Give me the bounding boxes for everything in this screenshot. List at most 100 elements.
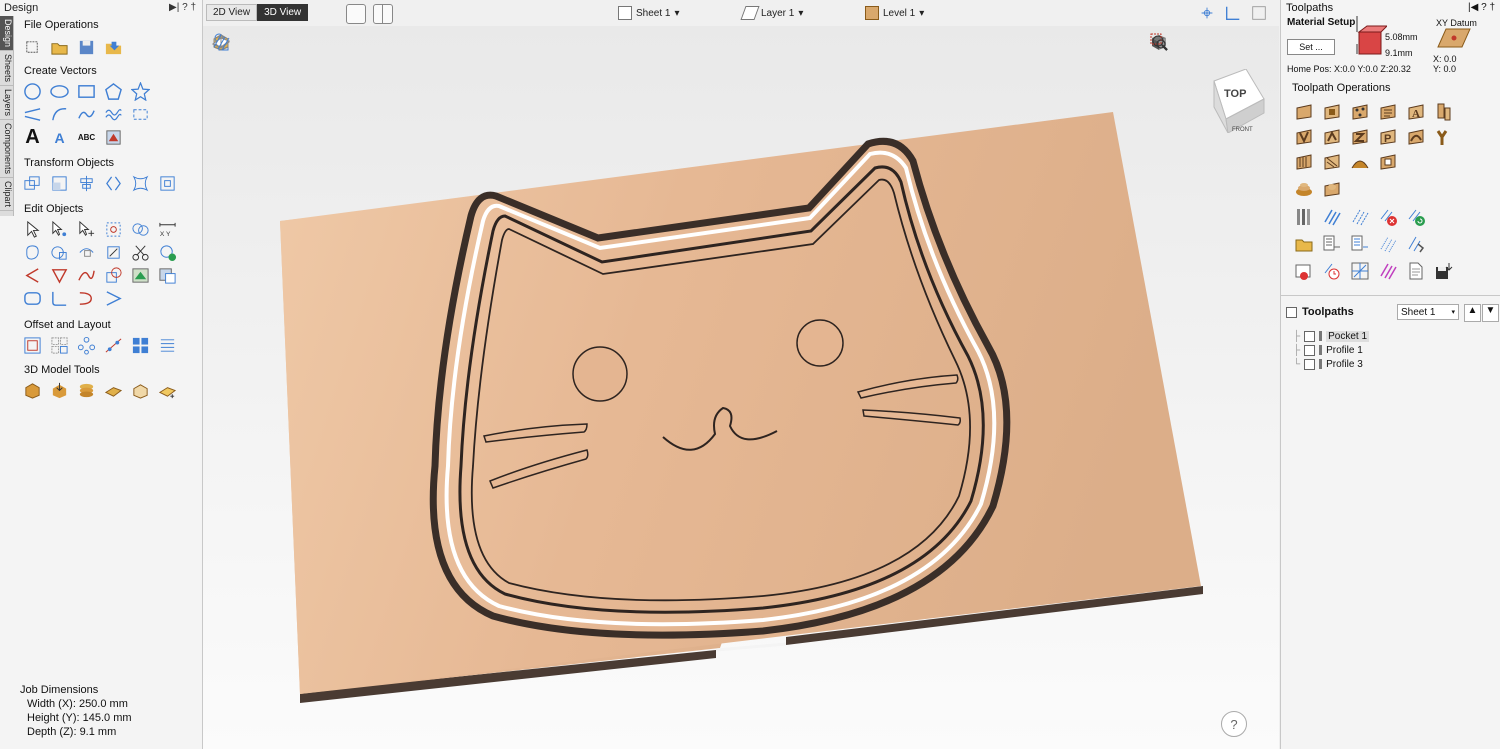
select-arrow-icon[interactable] <box>22 219 43 240</box>
node-edit-icon[interactable] <box>49 219 70 240</box>
import-model-icon[interactable] <box>49 380 70 401</box>
split-view-icon[interactable] <box>373 4 393 24</box>
fluting-toolpath-icon[interactable]: P <box>1377 126 1399 148</box>
prism-toolpath-icon[interactable] <box>1321 126 1343 148</box>
extend-icon[interactable] <box>76 288 97 309</box>
image-to-vector-icon[interactable] <box>130 265 151 286</box>
panel-header-icons[interactable]: ▶| ? † <box>169 2 196 13</box>
array-copy-icon[interactable] <box>49 335 70 356</box>
move-up-button[interactable]: ▲ <box>1464 304 1481 322</box>
toolpath-checkbox[interactable] <box>1304 344 1316 356</box>
document-icon[interactable] <box>1405 260 1427 282</box>
3d-finishing-icon[interactable] <box>1321 151 1343 173</box>
curve-fit-icon[interactable] <box>22 265 43 286</box>
tab-components[interactable]: Components <box>0 120 13 179</box>
measure-icon[interactable]: X Y <box>157 219 178 240</box>
align-icon[interactable] <box>76 173 97 194</box>
toolpath-checkbox[interactable] <box>1304 330 1316 342</box>
sheet-select[interactable]: Sheet 1 ▾ <box>1397 304 1459 320</box>
level-dropdown[interactable]: Level 1 ▾ <box>865 6 924 20</box>
scale-icon[interactable] <box>49 173 70 194</box>
pocket-toolpath-icon[interactable] <box>1321 101 1343 123</box>
ellipse-icon[interactable] <box>49 81 70 102</box>
help-icon[interactable]: ? <box>182 2 188 13</box>
save-toolpath-icon[interactable] <box>1433 260 1455 282</box>
import-icon[interactable] <box>103 37 124 58</box>
crop-select-icon[interactable] <box>103 219 124 240</box>
vcarve-toolpath-icon[interactable]: A <box>1405 101 1427 123</box>
3d-profile-icon[interactable] <box>1349 151 1371 173</box>
moulding-toolpath-icon[interactable] <box>1405 126 1427 148</box>
open-folder-icon[interactable] <box>49 37 70 58</box>
layer-dropdown[interactable]: Layer 1 ▾ <box>740 6 803 20</box>
text-icon[interactable]: A <box>22 126 43 148</box>
vcarve-v-icon[interactable] <box>1293 126 1315 148</box>
polygon-icon[interactable] <box>103 81 124 102</box>
tab-design[interactable]: Design <box>0 16 13 52</box>
mirror-icon[interactable] <box>103 173 124 194</box>
join-icon[interactable] <box>22 242 43 263</box>
profile-toolpath-icon[interactable] <box>1293 101 1315 123</box>
cut-out-3d-icon[interactable] <box>1377 151 1399 173</box>
collapse-icon[interactable]: |◀ <box>1468 2 1478 13</box>
single-view-icon[interactable] <box>346 4 366 24</box>
move-icon[interactable] <box>22 173 43 194</box>
open-template-icon[interactable] <box>1293 233 1315 255</box>
model-flatten-icon[interactable] <box>130 380 151 401</box>
draw-path-icon[interactable] <box>130 104 151 125</box>
tool-database-icon[interactable] <box>1293 206 1315 228</box>
check-vectors-icon[interactable] <box>157 242 178 263</box>
view-cube[interactable]: TOP FRONT <box>1206 69 1266 133</box>
weld-icon[interactable] <box>130 219 151 240</box>
distort-icon[interactable] <box>130 173 151 194</box>
circular-array-icon[interactable] <box>76 335 97 356</box>
toolpath-checkbox[interactable] <box>1304 358 1316 370</box>
xy-datum-icon[interactable] <box>1436 27 1472 49</box>
preview-toolpath-icon[interactable] <box>1405 233 1427 255</box>
panel-header-icons[interactable]: |◀ ? † <box>1468 2 1495 13</box>
maximize-icon[interactable] <box>1250 4 1268 22</box>
offset-icon[interactable] <box>22 335 43 356</box>
pushpin-icon[interactable]: † <box>1489 2 1495 13</box>
merge-toolpath-icon[interactable] <box>1321 233 1343 255</box>
new-file-icon[interactable] <box>22 37 43 58</box>
text-on-curve-icon[interactable]: A <box>49 127 70 148</box>
texture-toolpath-icon[interactable] <box>1377 101 1399 123</box>
arc-icon[interactable] <box>49 104 70 125</box>
pushpin-icon[interactable]: † <box>190 2 196 13</box>
smooth-curve-icon[interactable] <box>76 265 97 286</box>
nesting-icon[interactable] <box>130 335 151 356</box>
tab-2d-view[interactable]: 2D View <box>206 4 258 21</box>
boolean-icon[interactable] <box>103 265 124 286</box>
copy-along-curve-icon[interactable] <box>103 335 124 356</box>
toolpath-summary-icon[interactable] <box>1349 233 1371 255</box>
3d-viewport[interactable]: TOP FRONT ? <box>203 26 1279 749</box>
polyline-icon[interactable] <box>22 104 43 125</box>
create-component-icon[interactable] <box>22 380 43 401</box>
fillet-icon[interactable] <box>49 242 70 263</box>
move-down-button[interactable]: ▼ <box>1482 304 1499 322</box>
tab-layers[interactable]: Layers <box>0 86 13 121</box>
time-estimate-icon[interactable] <box>1321 260 1343 282</box>
simulate-icon[interactable] <box>1293 260 1315 282</box>
dome-toolpath-icon[interactable] <box>1321 177 1343 199</box>
tab-sheets[interactable]: Sheets <box>0 51 13 87</box>
toolpaths-checkbox[interactable] <box>1286 306 1297 318</box>
scissors-icon[interactable] <box>130 242 151 263</box>
tiling-icon[interactable] <box>1349 260 1371 282</box>
tab-clipart[interactable]: Clipart <box>0 178 13 212</box>
origin-icon[interactable] <box>1224 4 1242 22</box>
save-icon[interactable] <box>76 37 97 58</box>
auto-layout-icon[interactable] <box>157 335 178 356</box>
delete-toolpath-icon[interactable] <box>1377 206 1399 228</box>
rounded-rect-icon[interactable] <box>22 288 43 309</box>
component-stack-icon[interactable] <box>76 380 97 401</box>
flat-component-icon[interactable] <box>103 380 124 401</box>
bitmap-trace-icon[interactable] <box>103 127 124 148</box>
center-icon[interactable] <box>157 173 178 194</box>
inlay-toolpath-icon[interactable] <box>1433 101 1455 123</box>
triangle-fit-icon[interactable] <box>49 265 70 286</box>
star-icon[interactable] <box>130 81 151 102</box>
trim-icon[interactable] <box>76 242 97 263</box>
toolpath-item[interactable]: └ Profile 3 <box>1293 357 1369 371</box>
